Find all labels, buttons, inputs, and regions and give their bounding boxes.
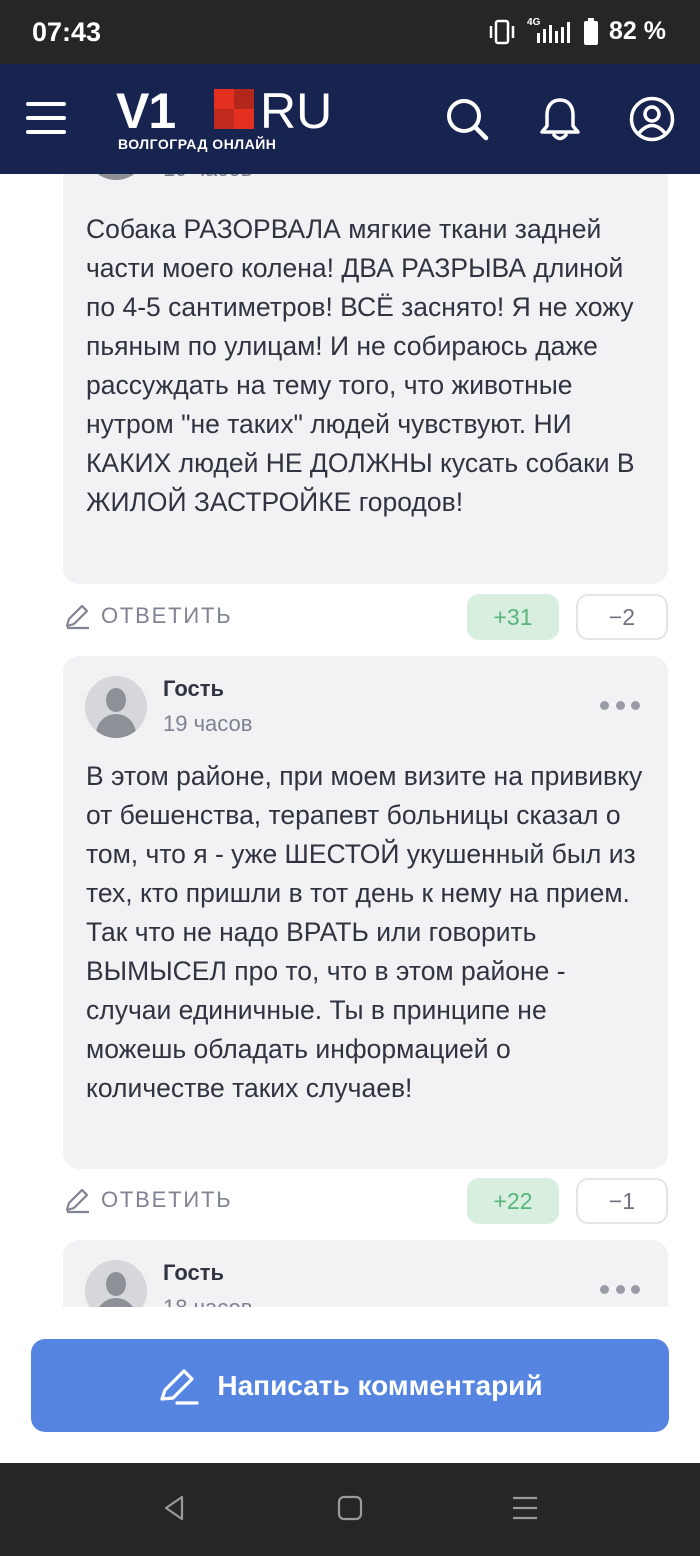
- comment-text: В этом районе, при моем визите на привив…: [86, 761, 643, 1103]
- downvote-button[interactable]: −2: [576, 594, 668, 640]
- reply-button[interactable]: ОТВЕТИТЬ: [63, 1186, 232, 1214]
- comment-card: Гость 18 часов: [63, 1240, 668, 1307]
- vibrate-icon: [489, 19, 515, 44]
- logo-squares: [214, 89, 254, 129]
- comment-card: Гость 19 часов В этом районе, при моем в…: [63, 656, 668, 1169]
- comment-actions: ОТВЕТИТЬ +31 −2: [63, 594, 668, 640]
- battery-percent: 82 %: [609, 17, 666, 45]
- site-header: V1 RU ВОЛГОГРАД ОНЛАЙН: [0, 64, 700, 174]
- recents-icon[interactable]: [510, 1493, 540, 1523]
- comment-actions: ОТВЕТИТЬ +22 −1: [63, 1178, 668, 1224]
- comments-list: 19 часов Собака РАЗОРВАЛА мягкие ткани з…: [0, 174, 700, 1307]
- system-nav-bar: [0, 1463, 700, 1556]
- write-comment-button[interactable]: Написать комментарий: [31, 1339, 669, 1432]
- user-icon[interactable]: [629, 96, 675, 142]
- search-icon[interactable]: [444, 96, 490, 142]
- back-icon[interactable]: [160, 1493, 190, 1523]
- bell-icon[interactable]: [537, 96, 583, 142]
- avatar: [85, 174, 147, 180]
- write-comment-label: Написать комментарий: [217, 1369, 543, 1401]
- logo-suffix: RU: [260, 83, 333, 139]
- comment-text: Собака РАЗОРВАЛА мягкие ткани задней час…: [86, 214, 635, 517]
- comment-time: 19 часов: [163, 174, 252, 182]
- reply-label: ОТВЕТИТЬ: [101, 603, 233, 628]
- home-icon[interactable]: [335, 1493, 365, 1523]
- status-icons: 4G 82 %: [487, 17, 666, 46]
- comment-time: 19 часов: [163, 711, 253, 736]
- reply-button[interactable]: ОТВЕТИТЬ: [63, 602, 232, 630]
- avatar: [85, 676, 147, 738]
- reply-label: ОТВЕТИТЬ: [101, 1187, 233, 1212]
- comment-time: 18 часов: [163, 1295, 252, 1307]
- more-options-icon[interactable]: [600, 701, 640, 711]
- signal-icon: [537, 21, 571, 43]
- status-time: 07:43: [32, 17, 102, 47]
- menu-icon[interactable]: [26, 102, 68, 136]
- comment-author[interactable]: Гость: [163, 1260, 224, 1286]
- upvote-button[interactable]: +22: [467, 1178, 559, 1224]
- battery-icon: [584, 17, 599, 45]
- logo-main: V1: [116, 83, 176, 139]
- pencil-icon: [65, 1188, 89, 1214]
- status-bar: 07:43 4G 82 %: [0, 0, 700, 64]
- write-comment-bar: Написать комментарий: [0, 1307, 700, 1463]
- pencil-icon: [65, 604, 89, 630]
- avatar: [85, 1260, 147, 1307]
- network-type: 4G: [527, 17, 573, 45]
- logo-subtitle: ВОЛГОГРАД ОНЛАЙН: [118, 136, 277, 152]
- comment-card: 19 часов Собака РАЗОРВАЛА мягкие ткани з…: [63, 174, 668, 584]
- site-logo[interactable]: V1 RU ВОЛГОГРАД ОНЛАЙН: [116, 86, 346, 156]
- upvote-button[interactable]: +31: [467, 594, 559, 640]
- downvote-button[interactable]: −1: [576, 1178, 668, 1224]
- pencil-icon: [160, 1368, 199, 1405]
- more-options-icon[interactable]: [600, 1285, 640, 1295]
- comment-author[interactable]: Гость: [163, 676, 224, 702]
